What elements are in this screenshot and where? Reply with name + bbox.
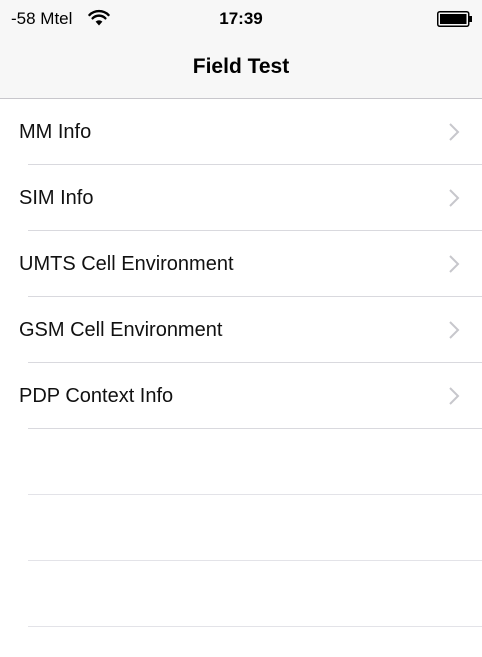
empty-list-row <box>0 561 482 627</box>
menu-item-pdp-context-info[interactable]: PDP Context Info <box>0 363 482 429</box>
page-title: Field Test <box>192 55 290 78</box>
empty-list-row <box>0 495 482 561</box>
chevron-right-icon <box>449 321 460 339</box>
menu-item-mm-info[interactable]: MM Info <box>0 99 482 165</box>
chevron-right-icon <box>449 255 460 273</box>
chevron-right-icon <box>449 387 460 405</box>
menu-item-label: GSM Cell Environment <box>19 319 223 341</box>
empty-list-row <box>0 429 482 495</box>
status-bar: -58 Mtel 17:39 <box>0 0 482 36</box>
menu-item-label: MM Info <box>19 121 92 143</box>
menu-item-umts-cell-environment[interactable]: UMTS Cell Environment <box>0 231 482 297</box>
menu-item-label: SIM Info <box>19 187 94 209</box>
chevron-right-icon <box>449 189 460 207</box>
menu-item-sim-info[interactable]: SIM Info <box>0 165 482 231</box>
menu-item-label: PDP Context Info <box>19 385 174 407</box>
menu-item-gsm-cell-environment[interactable]: GSM Cell Environment <box>0 297 482 363</box>
battery-icon <box>437 11 472 27</box>
navigation-bar: -58 Mtel 17:39 Field Test <box>0 0 482 99</box>
status-time: 17:39 <box>219 9 263 28</box>
chevron-right-icon <box>449 123 460 141</box>
field-test-menu: MM Info SIM Info UMTS Cell Environment G… <box>0 99 482 627</box>
menu-item-label: UMTS Cell Environment <box>19 253 234 275</box>
